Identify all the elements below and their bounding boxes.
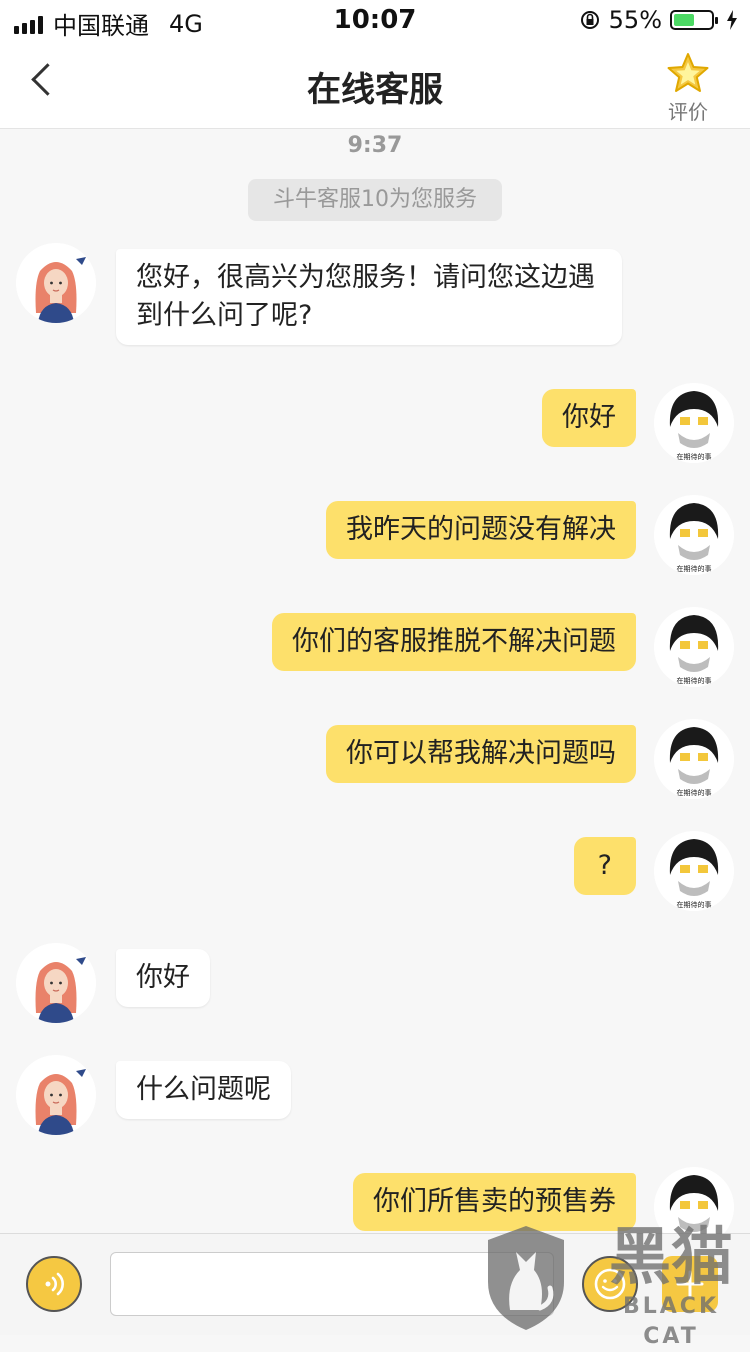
user-avatar[interactable]: 在期待的事 [654,831,734,911]
user-avatar[interactable]: 在期待的事 [654,383,734,463]
svg-text:在期待的事: 在期待的事 [677,676,712,685]
agent-avatar[interactable] [16,1055,96,1135]
svg-text:在期待的事: 在期待的事 [677,788,712,797]
agent-portrait-icon [16,943,96,1023]
message-row: 在期待的事 ? [0,831,750,911]
user-portrait-icon: 在期待的事 [654,831,734,911]
black-cat-logo-icon [488,1226,564,1330]
nav-bar: 在线客服 评价 [0,40,750,129]
rate-label: 评价 [668,100,708,124]
watermark: 黑猫 BLACK CAT [592,1220,750,1350]
message-row: 在期待的事 我昨天的问题没有解决 [0,495,750,575]
message-bubble[interactable]: 你们的客服推脱不解决问题 [272,613,636,671]
message-row: 在期待的事 你们的客服推脱不解决问题 [0,607,750,687]
message-bubble[interactable]: 你好 [116,949,210,1007]
voice-button[interactable] [26,1256,82,1312]
svg-text:在期待的事: 在期待的事 [677,452,712,461]
user-avatar[interactable]: 在期待的事 [654,607,734,687]
user-portrait-icon: 在期待的事 [654,495,734,575]
message-bubble[interactable]: 你可以帮我解决问题吗 [326,725,636,783]
user-portrait-icon: 在期待的事 [654,383,734,463]
agent-avatar[interactable] [16,243,96,323]
battery-icon [670,10,718,30]
chat-area[interactable]: 9:37 斗牛客服10为您服务 您好，很高兴为您服务！请问您这边遇到什么问了呢?… [0,129,750,1233]
rate-button[interactable]: 评价 [662,52,714,125]
message-row: 在期待的事 你好 [0,383,750,463]
agent-avatar[interactable] [16,943,96,1023]
watermark-text-zh: 黑猫 [608,1220,733,1293]
message-bubble[interactable]: 什么问题呢 [116,1061,291,1119]
charging-bolt-icon [727,10,737,30]
agent-portrait-icon [16,1055,96,1135]
message-bubble[interactable]: 你好 [542,389,636,447]
svg-text:在期待的事: 在期待的事 [677,900,712,909]
message-bubble[interactable]: ? [573,837,636,895]
watermark-text-en: BLACK CAT [622,1294,719,1349]
svg-text:在期待的事: 在期待的事 [677,564,712,573]
user-portrait-icon: 在期待的事 [654,719,734,799]
message-bubble[interactable]: 您好，很高兴为您服务！请问您这边遇到什么问了呢? [116,249,622,345]
message-row: 什么问题呢 [0,1055,750,1135]
message-row: 您好，很高兴为您服务！请问您这边遇到什么问了呢? [0,243,750,345]
page-title: 在线客服 [307,70,443,110]
message-row: 你好 [0,943,750,1023]
voice-icon [45,1272,64,1296]
user-portrait-icon: 在期待的事 [654,607,734,687]
rotation-lock-icon [580,11,599,29]
status-bar: 中国联通 4G 10:07 55% [0,0,750,40]
battery-percent: 55% [608,6,662,34]
user-avatar[interactable]: 在期待的事 [654,495,734,575]
star-icon [667,53,709,92]
agent-portrait-icon [16,243,96,323]
user-avatar[interactable]: 在期待的事 [654,719,734,799]
status-right: 55% [579,6,738,34]
chat-timestamp: 9:37 [347,133,403,158]
system-notice: 斗牛客服10为您服务 [248,179,502,221]
message-row: 在期待的事 你可以帮我解决问题吗 [0,719,750,799]
message-bubble[interactable]: 我昨天的问题没有解决 [326,501,636,559]
